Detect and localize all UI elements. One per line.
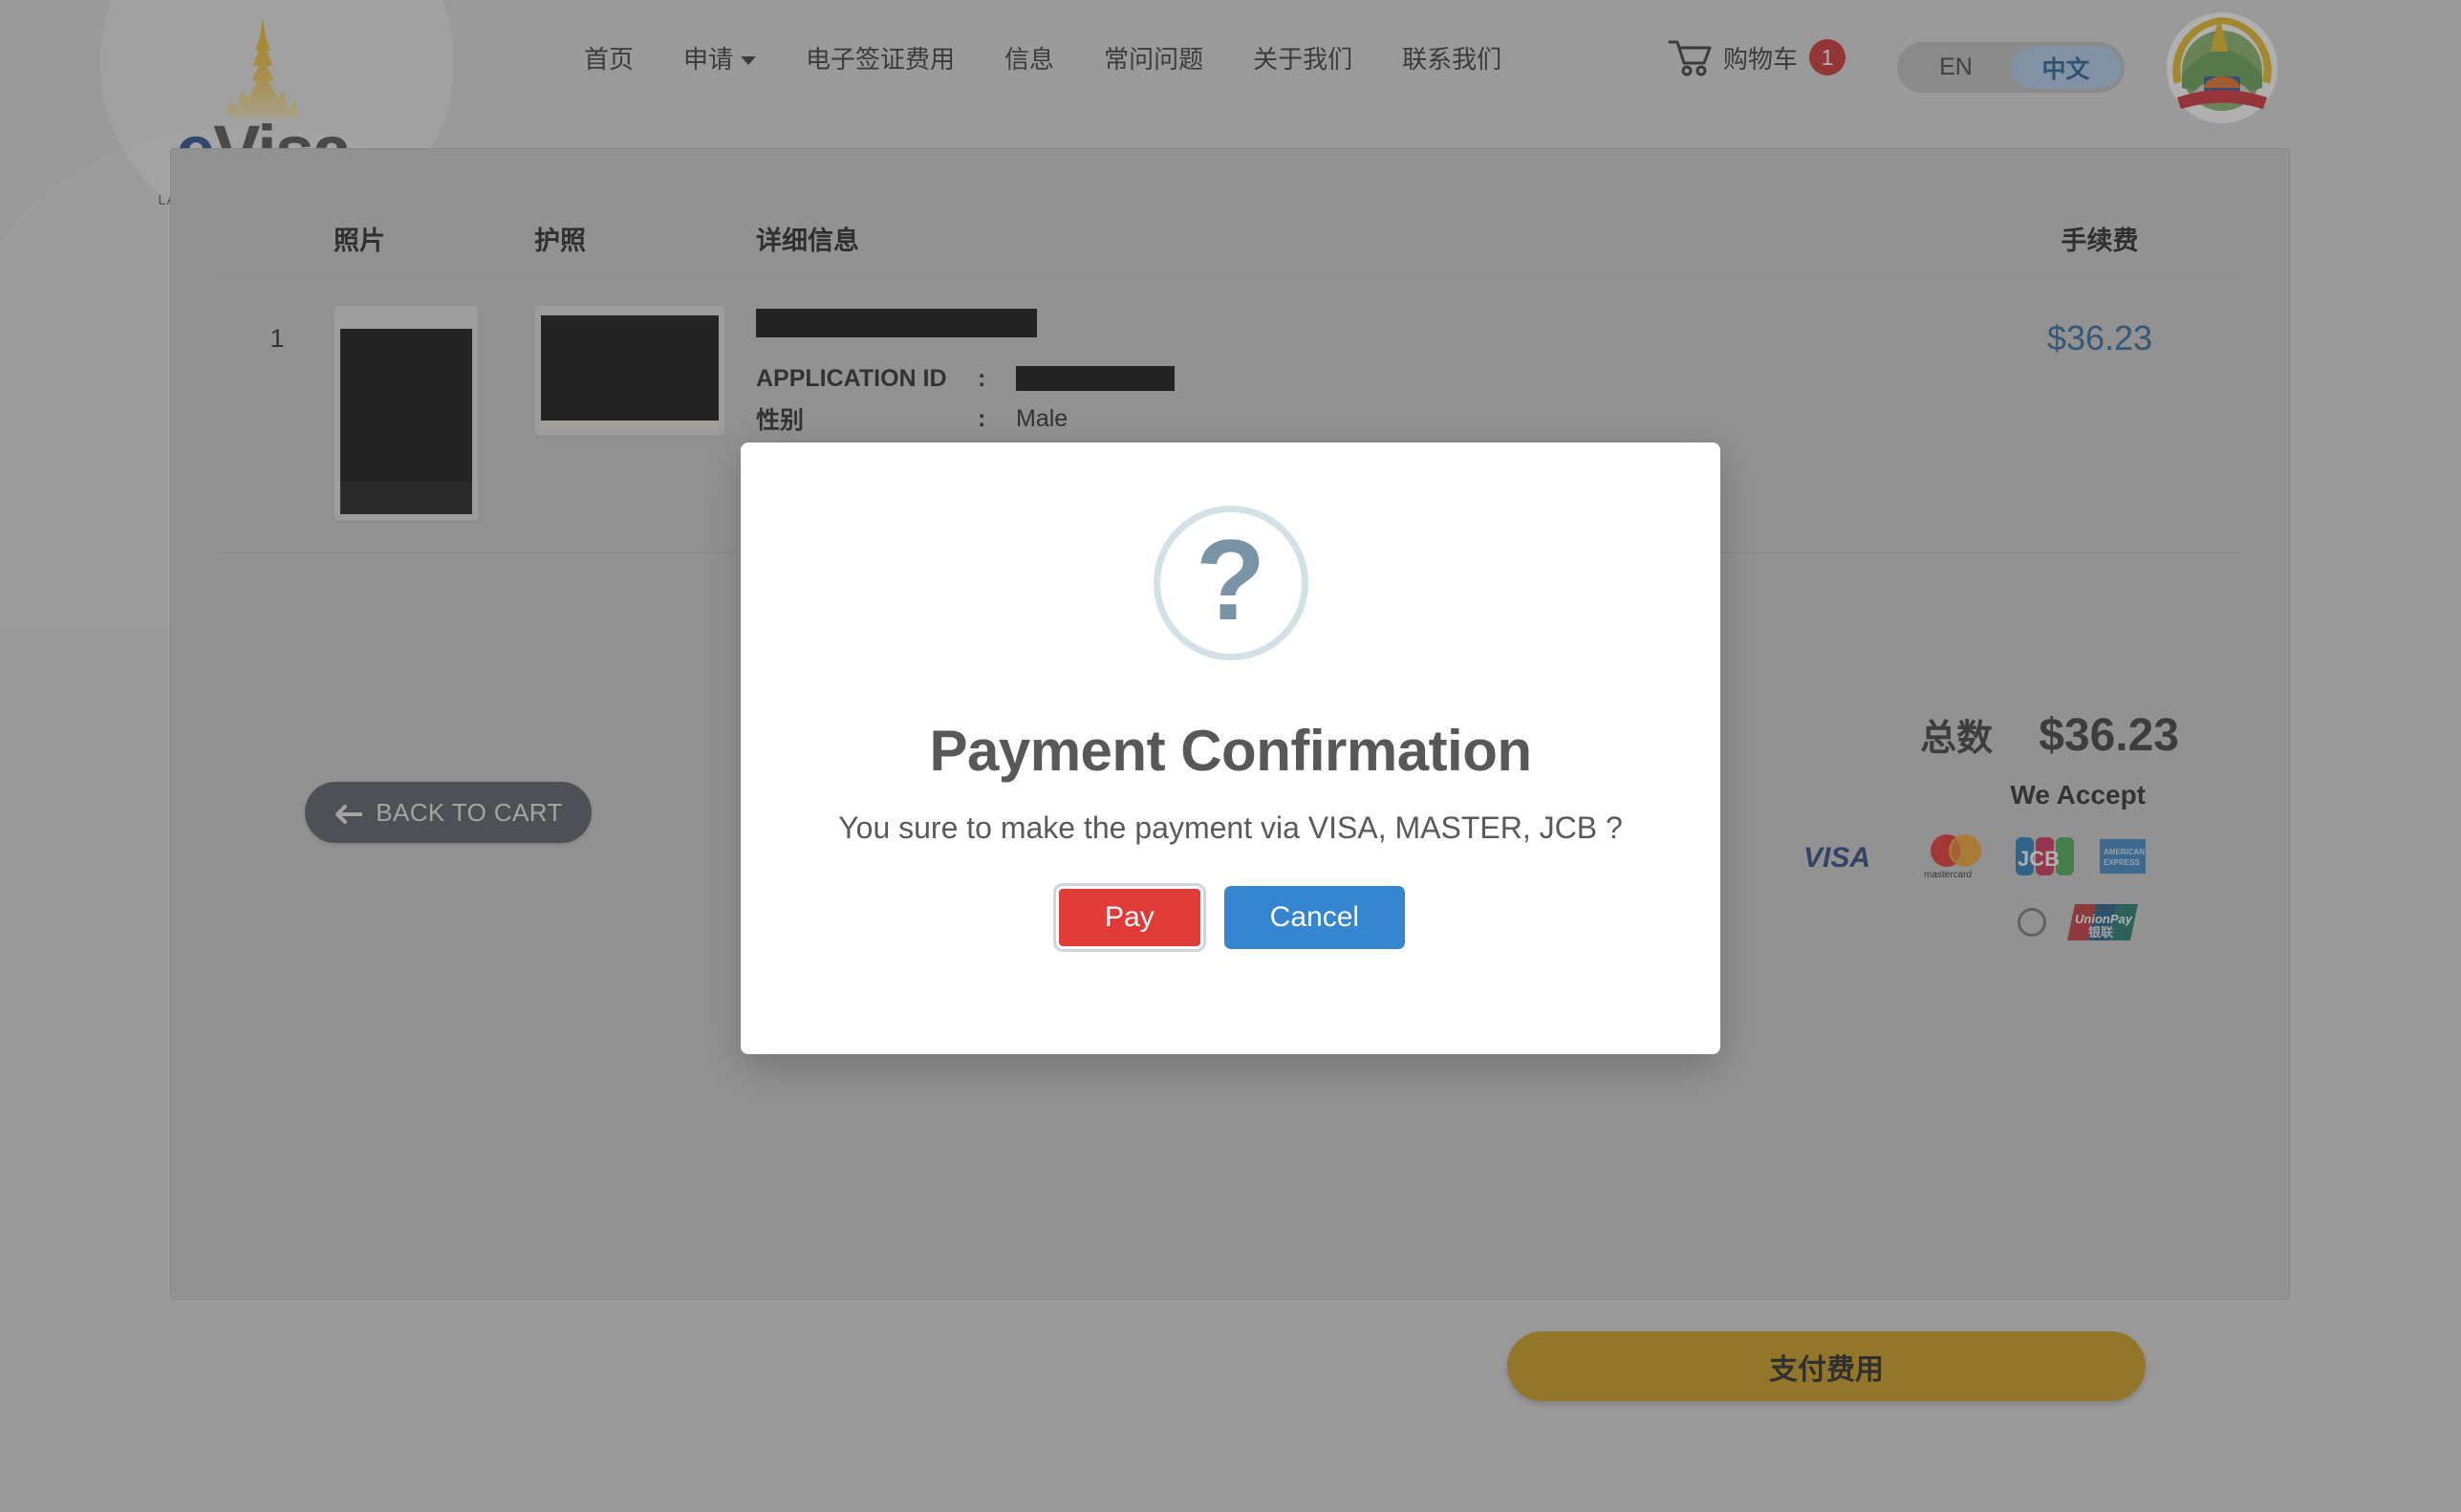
pay-button[interactable]: Pay (1052, 883, 1206, 952)
cancel-button[interactable]: Cancel (1223, 886, 1406, 949)
dialog-message: You sure to make the payment via VISA, M… (838, 810, 1623, 845)
payment-confirmation-dialog: ? Payment Confirmation You sure to make … (741, 443, 1720, 1054)
dialog-actions: Pay Cancel (1052, 883, 1406, 952)
question-mark-icon: ? (1153, 506, 1308, 660)
question-mark-glyph: ? (1195, 515, 1266, 644)
dialog-title: Payment Confirmation (929, 719, 1532, 783)
modal-overlay[interactable]: ? Payment Confirmation You sure to make … (0, 0, 2461, 1512)
